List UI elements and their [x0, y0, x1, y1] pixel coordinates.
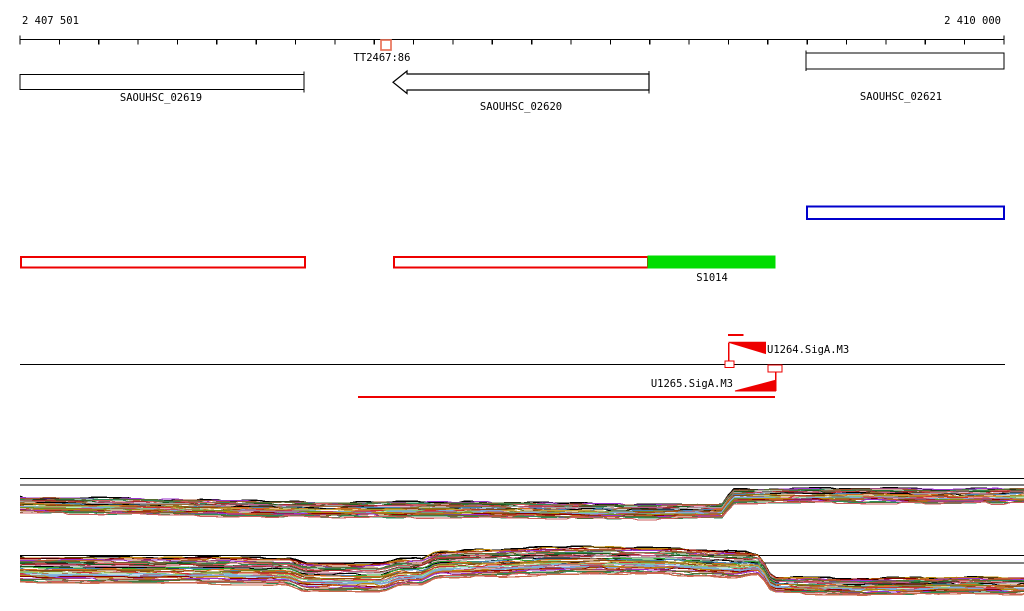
promoter-flag-u1265-siga-m3[interactable]	[734, 379, 776, 392]
ruler-start-label: 2 407 501	[22, 15, 79, 27]
promoter-flag-u1265-siga-m3-anchor-box[interactable]	[767, 364, 783, 373]
u1264-promoter-label: U1264.SigA.M3	[767, 344, 849, 356]
marker-label: TT2467:86	[354, 52, 411, 64]
gene-label-saouhsc-02619: SAOUHSC_02619	[120, 92, 202, 104]
gene-label-saouhsc-02621: SAOUHSC_02621	[860, 91, 942, 103]
gene-feature-saouhsc_02620[interactable]	[392, 69, 650, 95]
red-transcript-box-2[interactable]	[393, 256, 649, 269]
gene-feature-saouhsc_02621[interactable]	[805, 52, 1005, 70]
ruler-end-label: 2 410 000	[944, 15, 1001, 27]
u1265-promoter-label: U1265.SigA.M3	[651, 378, 733, 390]
blue-feature-box[interactable]	[806, 205, 1005, 220]
text-layer: 2 407 501 2 410 000 TT2467:86 SAOUHSC_02…	[22, 15, 1001, 390]
gene-label-saouhsc-02620: SAOUHSC_02620	[480, 101, 562, 113]
s1014-label: S1014	[696, 272, 728, 284]
genome-browser-canvas: 2 407 501 2 410 000 TT2467:86 SAOUHSC_02…	[0, 0, 1024, 611]
genome-view[interactable]: 2 407 501 2 410 000 TT2467:86 SAOUHSC_02…	[0, 0, 1024, 611]
s1014-green-box[interactable]	[647, 255, 776, 269]
gene-feature-saouhsc_02619[interactable]	[19, 73, 305, 91]
promoter-flag-u1264-siga-m3[interactable]	[728, 341, 766, 355]
red-transcript-box-1[interactable]	[20, 256, 306, 269]
marker-square-tt2467[interactable]	[380, 39, 392, 51]
promoter-flag-u1264-siga-m3-anchor-box[interactable]	[724, 360, 735, 369]
shape-layer	[19, 35, 1024, 597]
